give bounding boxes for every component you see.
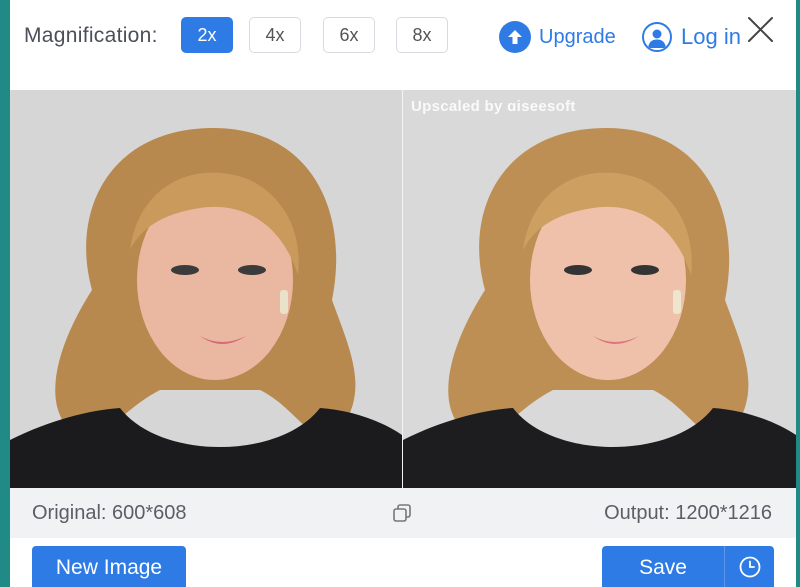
magnification-6x-button[interactable]: 6x: [323, 17, 375, 53]
upscaled-image: Upscaled by ɑiseesoft: [403, 90, 796, 488]
upgrade-label: Upgrade: [539, 25, 616, 48]
upscaled-watermark: Upscaled by ɑiseesoft: [411, 98, 576, 115]
action-bar: New Image Save: [10, 538, 796, 587]
login-label: Log in: [681, 24, 741, 49]
magnification-2x-button[interactable]: 2x: [181, 17, 233, 53]
magnification-8x-button[interactable]: 8x: [396, 17, 448, 53]
close-icon: [748, 17, 773, 42]
user-icon: [642, 22, 672, 52]
copy-icon: [393, 504, 411, 522]
original-size-label: Original: 600*608: [32, 502, 187, 524]
original-image: [10, 90, 402, 488]
comparison-preview: Upscaled by ɑiseesoft: [10, 90, 796, 488]
upscale-dialog: Magnification: 2x 4x 6x 8x Upgrade Log i…: [10, 0, 796, 587]
output-size-label: Output: 1200*1216: [604, 502, 772, 524]
upload-arrow-icon: [499, 21, 531, 53]
history-button[interactable]: [725, 546, 774, 587]
close-button[interactable]: [744, 14, 776, 46]
info-bar: Original: 600*608 Output: 1200*1216: [10, 488, 796, 538]
magnification-4x-button[interactable]: 4x: [249, 17, 301, 53]
toolbar: Magnification: 2x 4x 6x 8x Upgrade Log i…: [10, 0, 796, 90]
upgrade-button[interactable]: Upgrade: [499, 20, 616, 54]
clock-icon: [739, 556, 760, 577]
save-button[interactable]: Save: [602, 546, 724, 587]
login-button[interactable]: Log in: [642, 20, 741, 54]
compare-toggle-button[interactable]: [392, 503, 412, 523]
magnification-label: Magnification:: [24, 24, 158, 47]
new-image-button[interactable]: New Image: [32, 546, 186, 587]
